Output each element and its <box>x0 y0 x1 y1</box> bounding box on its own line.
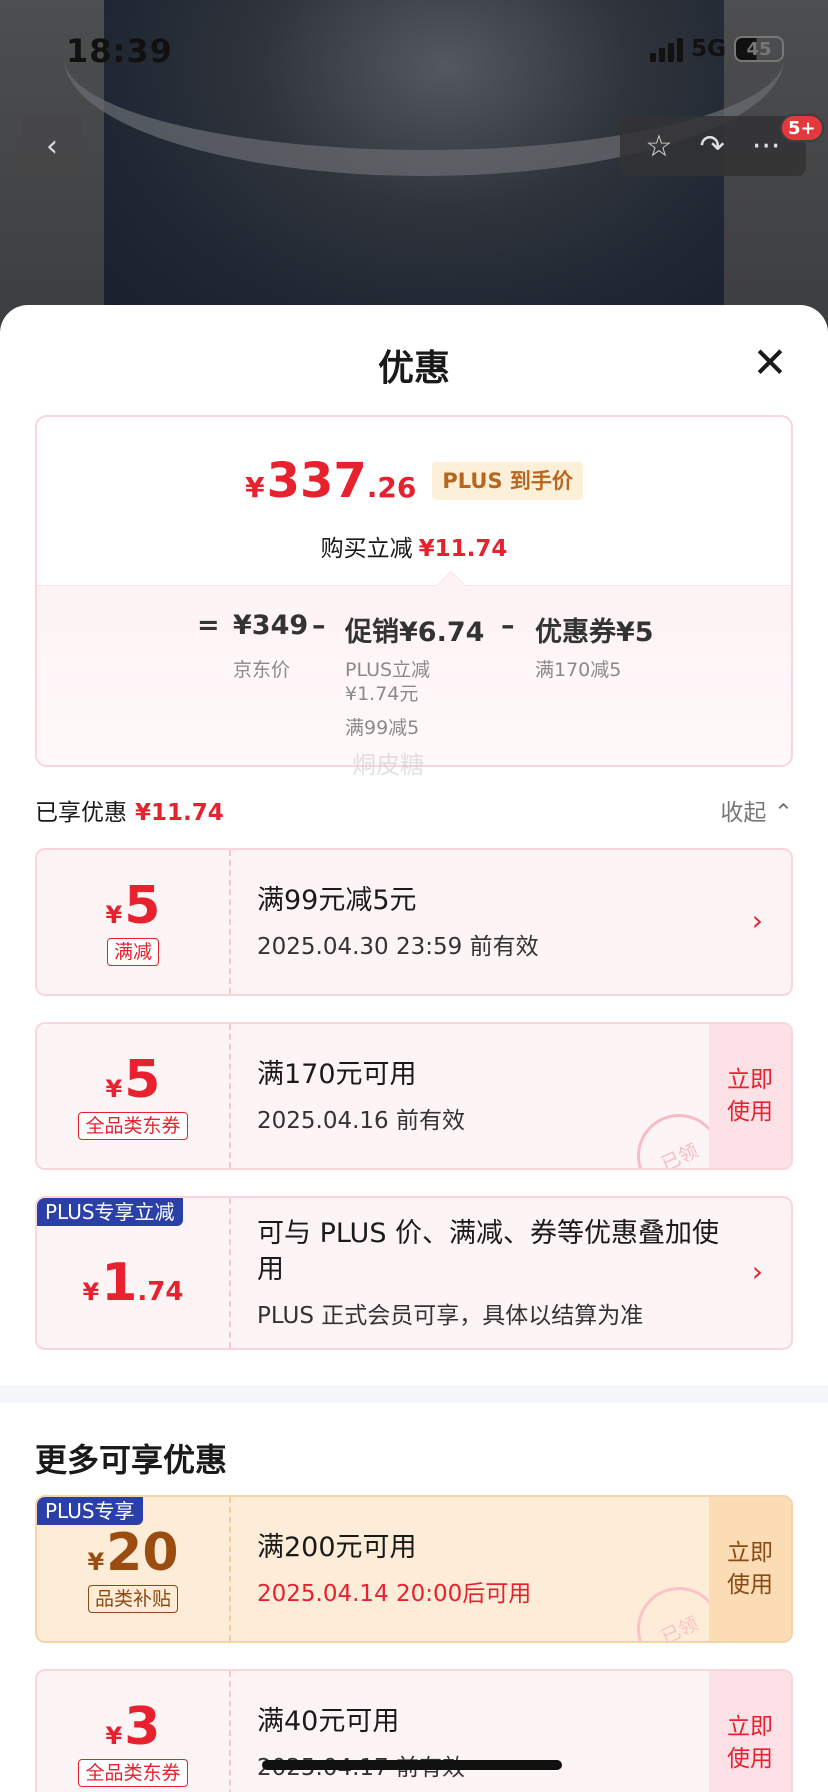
coupon-currency: ¥ <box>105 1075 123 1103</box>
use-now-button[interactable]: 立即使用 <box>709 1671 791 1792</box>
coupon-amount: ¥20 <box>87 1525 178 1581</box>
collapse-label: 收起 <box>720 800 767 826</box>
price-integer: 337 <box>266 453 367 509</box>
coupon-currency: ¥ <box>82 1278 100 1306</box>
promo-amount: 促销¥6.74 <box>345 617 485 648</box>
collapse-button[interactable]: 收起 ⌃ <box>720 793 793 827</box>
minus-sign: – <box>312 610 326 641</box>
coupon-validity: 2025.04.16 前有效 <box>257 1108 465 1134</box>
discount-sheet: 优惠 ✕ ¥ 337 .26 PLUS 到手价 购买立减 ¥11.74 = ¥34… <box>0 305 828 1792</box>
final-price: ¥ 337 .26 PLUS 到手价 <box>37 453 791 509</box>
coupon-card: ¥3 全品类东券 满40元可用 2025.04.17 前有效 立即使用 <box>35 1669 793 1792</box>
reduce-amount: ¥11.74 <box>418 536 508 562</box>
enjoyed-amount: ¥11.74 <box>135 800 224 826</box>
coupon-value: 3 <box>124 1697 161 1757</box>
coupon-amount: ¥5 <box>106 878 161 934</box>
header-actions: ☆ ↷ ··· <box>620 116 806 176</box>
coupon-card[interactable]: PLUS专享立减 ¥1.74 可与 PLUS 价、满减、券等优惠叠加使用 PLU… <box>35 1196 793 1350</box>
promo-detail-1: PLUS立减 <box>345 659 431 681</box>
close-icon[interactable]: ✕ <box>748 341 792 385</box>
coupon-validity: 2025.04.14 20:00后可用 <box>257 1581 532 1607</box>
battery-level: 45 <box>746 38 772 60</box>
price-decimal: .26 <box>366 471 417 504</box>
chevron-right-icon[interactable]: › <box>752 1255 763 1288</box>
price-breakdown: = ¥349 – 促销¥6.74 – 优惠券¥5 京东价 PLUS立减 ¥1.7… <box>37 585 791 765</box>
back-icon: ‹ <box>46 128 58 164</box>
coupon-tag: 全品类东券 <box>78 1759 188 1787</box>
plus-exclusive-flag: PLUS专享 <box>37 1497 143 1525</box>
coupon-card: PLUS专享 ¥20 品类补贴 满200元可用 2025.04.14 20:00… <box>35 1495 793 1643</box>
coupon-amount: ¥5 <box>106 1052 161 1108</box>
chevron-up-icon: ⌃ <box>773 800 793 826</box>
network-type: 5G <box>691 36 726 62</box>
coupon-validity: PLUS 正式会员可享，具体以结算为准 <box>257 1303 644 1329</box>
coupon-tag: 满减 <box>106 938 159 966</box>
promo-detail-2: ¥1.74元 <box>345 683 419 705</box>
battery-icon: 45 <box>734 36 784 62</box>
use-now-button[interactable]: 立即使用 <box>709 1497 791 1641</box>
coupon-card[interactable]: ¥5 满减 满99元减5元 2025.04.30 23:59 前有效 › <box>35 848 793 996</box>
coupon-detail: 满170减5 <box>535 659 622 681</box>
coupon-title: 满40元可用 <box>257 1706 400 1737</box>
signal-icon <box>650 36 684 62</box>
status-indicators: 5G 45 <box>650 36 784 62</box>
coupon-card: ¥5 全品类东券 满170元可用 2025.04.16 前有效 已领 立即使用 <box>35 1022 793 1170</box>
sheet-title: 优惠 <box>377 348 450 389</box>
coupon-value: 5 <box>124 1050 161 1110</box>
coupon-title: 可与 PLUS 价、满减、券等优惠叠加使用 <box>257 1218 720 1285</box>
coupon-tag: 全品类东券 <box>78 1112 188 1140</box>
promo-detail-3: 满99减5 <box>345 717 420 739</box>
coupon-title: 满200元可用 <box>257 1532 417 1563</box>
plus-exclusive-flag: PLUS专享立减 <box>37 1198 183 1226</box>
chevron-right-icon[interactable]: › <box>752 904 763 937</box>
coupon-currency: ¥ <box>105 901 123 929</box>
coupon-currency: ¥ <box>105 1722 123 1750</box>
coupon-amount: ¥1.74 <box>83 1255 184 1311</box>
coupon-title: 满99元减5元 <box>257 885 417 916</box>
coupon-amount: 优惠券¥5 <box>535 617 654 648</box>
coupon-title: 满170元可用 <box>257 1059 417 1090</box>
jd-price-label: 京东价 <box>233 659 291 681</box>
use-now-button[interactable]: 立即使用 <box>709 1024 791 1168</box>
section-divider <box>0 1385 828 1403</box>
coupon-value: 5 <box>124 876 161 936</box>
reduce-label: 购买立减 <box>320 536 413 562</box>
more-icon[interactable]: ··· <box>752 129 781 164</box>
coupon-decimal: .74 <box>137 1277 184 1307</box>
equals-sign: = <box>197 610 220 641</box>
coupon-tag: 品类补贴 <box>87 1585 178 1613</box>
watermark: 烔皮糖 <box>352 751 424 779</box>
coupon-currency: ¥ <box>87 1548 105 1576</box>
coupon-validity: 2025.04.30 23:59 前有效 <box>257 934 539 960</box>
jd-price: ¥349 <box>233 610 309 641</box>
price-currency: ¥ <box>245 471 265 504</box>
star-icon[interactable]: ☆ <box>646 129 673 164</box>
message-badge: 5+ <box>780 114 824 142</box>
enjoyed-discount-row: 已享优惠 ¥11.74 收起 ⌃ <box>35 793 793 827</box>
home-indicator[interactable] <box>262 1760 562 1770</box>
status-time: 18:39 <box>66 32 173 70</box>
reduce-line: 购买立减 ¥11.74 <box>37 529 791 563</box>
price-card: ¥ 337 .26 PLUS 到手价 购买立减 ¥11.74 = ¥349 – 促… <box>35 415 793 767</box>
plus-price-tag: PLUS 到手价 <box>432 462 583 500</box>
enjoyed-label: 已享优惠 <box>35 800 127 826</box>
coupon-value: 1 <box>101 1253 138 1313</box>
more-offers-title: 更多可享优惠 <box>35 1441 228 1479</box>
coupon-amount: ¥3 <box>106 1699 161 1755</box>
share-icon[interactable]: ↷ <box>700 129 725 164</box>
back-button[interactable]: ‹ <box>22 116 82 176</box>
minus-sign: – <box>501 610 515 641</box>
coupon-value: 20 <box>106 1523 179 1583</box>
